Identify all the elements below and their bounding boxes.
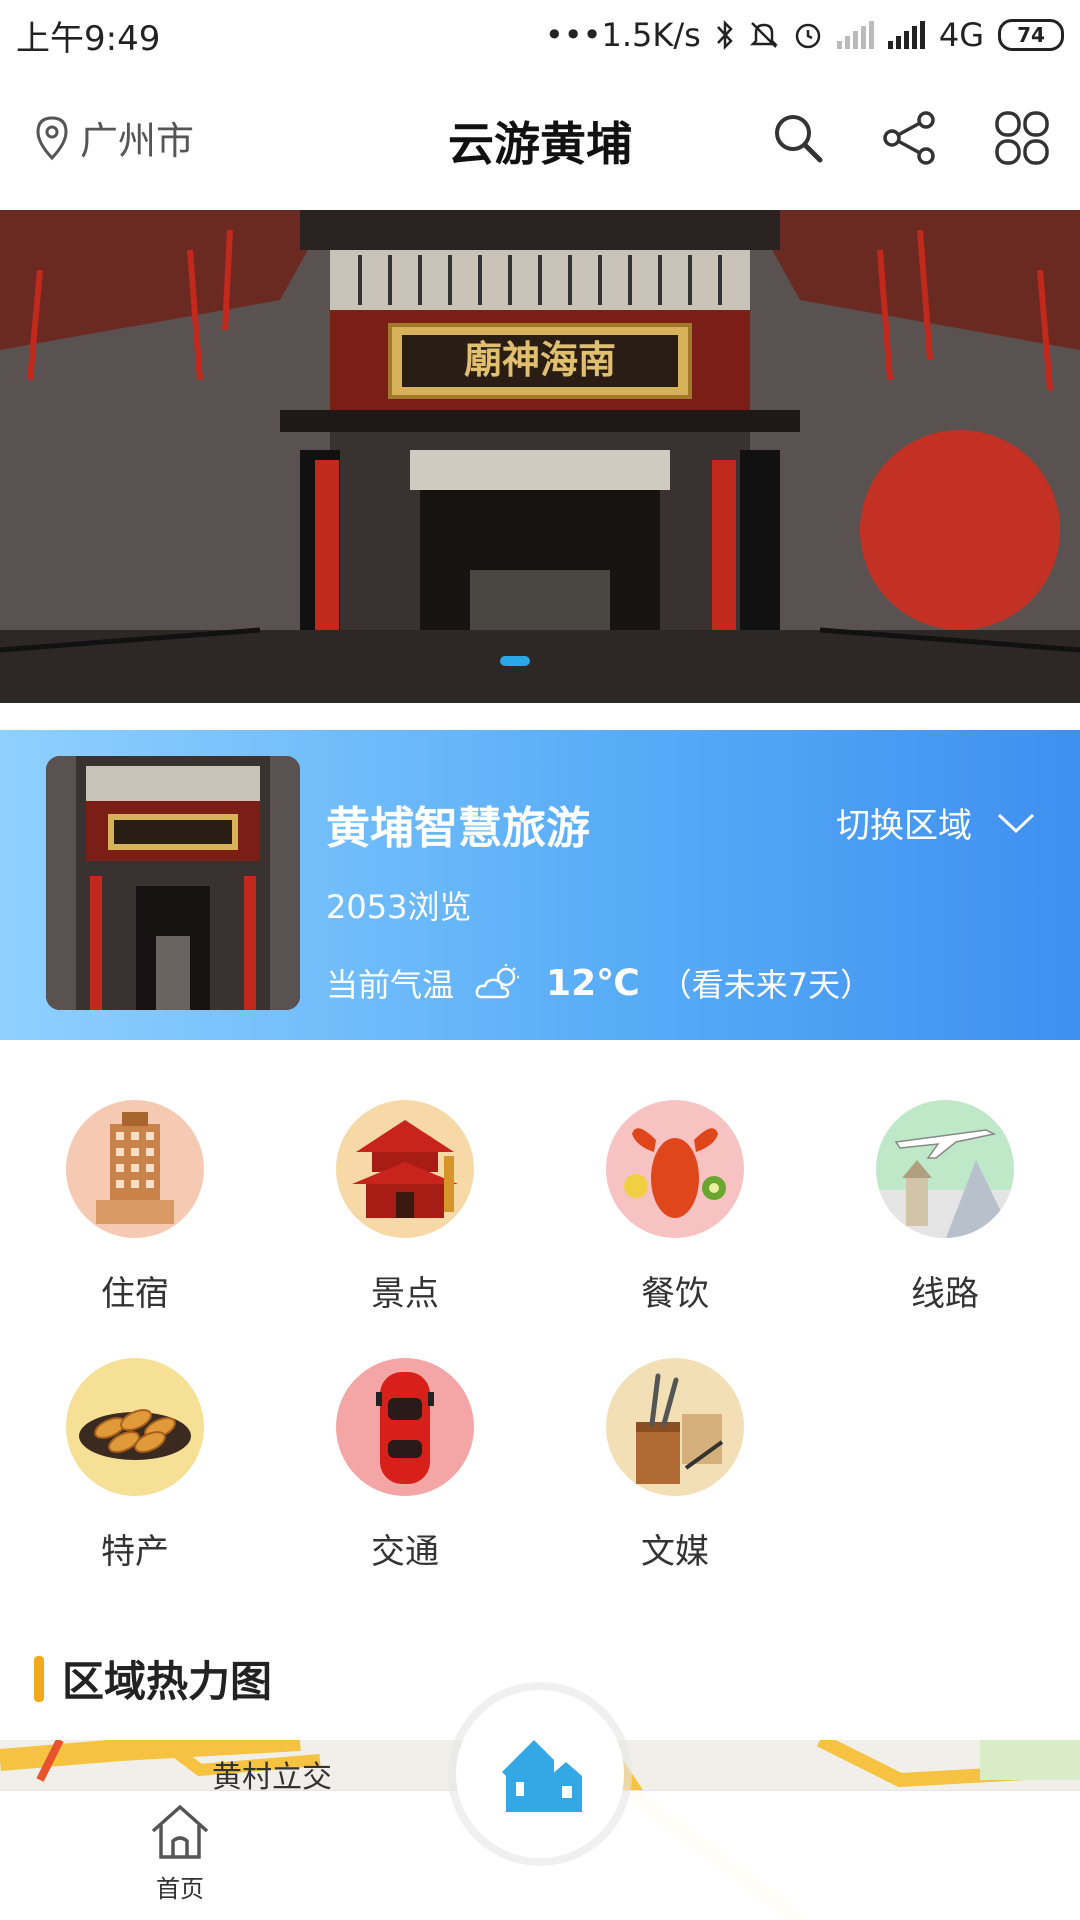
signal-sim1-icon — [887, 21, 925, 49]
nav-home-label: 首页 — [156, 1875, 204, 1903]
category-specialties[interactable]: 特产 — [0, 1358, 270, 1573]
category-attractions[interactable]: 景点 — [270, 1100, 540, 1315]
airplane-route-icon — [876, 1100, 1014, 1238]
search-button[interactable] — [766, 106, 830, 170]
alarm-icon — [795, 23, 821, 49]
switch-region-button[interactable]: 切换区域 — [836, 798, 1036, 847]
battery-icon: 74 — [998, 19, 1064, 51]
chevron-down-icon — [997, 813, 1035, 833]
lobster-food-icon — [606, 1100, 744, 1238]
red-car-icon — [336, 1358, 474, 1496]
nav-home[interactable]: 首页 — [130, 1801, 230, 1904]
temple-sign-text: 廟神海南 — [464, 337, 616, 382]
temperature-value: 12℃ — [546, 962, 640, 1004]
destination-name: 黄埔智慧旅游 — [326, 803, 590, 854]
section-accent-bar — [34, 1655, 44, 1702]
search-icon — [775, 115, 823, 163]
category-accommodation[interactable]: 住宿 — [0, 1100, 270, 1315]
menu-grid-button[interactable] — [990, 106, 1054, 170]
temple-thumbnail-image — [46, 756, 300, 1010]
temple-gate-photo: 廟神海南 — [0, 210, 1080, 703]
bluetooth-icon — [716, 19, 733, 51]
signal-sim2-icon — [836, 21, 874, 49]
category-media[interactable]: 文媒 — [540, 1358, 810, 1573]
mute-bell-icon — [749, 22, 778, 48]
carousel-indicator — [500, 656, 530, 666]
status-icons: •••1.5K/s 4G 74 — [545, 16, 1064, 54]
category-transport[interactable]: 交通 — [270, 1358, 540, 1573]
location-label: 广州市 — [80, 119, 195, 163]
category-dining[interactable]: 餐饮 — [540, 1100, 810, 1315]
brush-media-icon — [606, 1358, 744, 1496]
forecast-link[interactable]: （看未来7天） — [660, 960, 872, 1006]
heatmap-section-title: 区域热力图 — [34, 1648, 272, 1709]
weather-row[interactable]: 当前气温 12℃ （看未来7天） — [326, 960, 872, 1006]
category-label: 文媒 — [641, 1532, 709, 1572]
center-home-fab[interactable] — [456, 1690, 624, 1858]
switch-region-label: 切换区域 — [836, 806, 972, 846]
category-routes[interactable]: 线路 — [810, 1100, 1080, 1315]
status-bar: 上午9:49 •••1.5K/s 4G 74 — [0, 0, 1080, 70]
heatmap-title: 区域热力图 — [62, 1657, 273, 1706]
category-label: 住宿 — [101, 1274, 169, 1314]
home-icon — [151, 1805, 209, 1859]
hotel-building-icon — [66, 1100, 204, 1238]
temperature-label: 当前气温 — [326, 966, 455, 1004]
blue-house-icon — [502, 1740, 582, 1812]
category-label: 景点 — [371, 1274, 439, 1314]
destination-thumbnail[interactable] — [46, 756, 300, 1010]
pagoda-temple-icon — [336, 1100, 474, 1238]
status-time: 上午9:49 — [16, 18, 161, 59]
network-speed: •••1.5K/s — [544, 16, 701, 54]
category-label: 线路 — [911, 1274, 979, 1314]
banner-carousel[interactable]: 廟神海南 — [0, 210, 1080, 703]
category-label: 餐饮 — [641, 1274, 709, 1314]
grid-apps-icon — [995, 111, 1049, 165]
destination-card: 黄埔智慧旅游 切换区域 2053浏览 当前气温 12℃ （看未来7天） — [0, 730, 1080, 1040]
partly-cloudy-icon — [475, 964, 520, 999]
snack-specialty-icon — [66, 1358, 204, 1496]
category-label: 特产 — [101, 1532, 169, 1572]
location-selector[interactable]: 广州市 — [34, 110, 194, 165]
location-pin-icon — [36, 115, 68, 160]
network-type: 4G — [938, 16, 984, 54]
share-icon — [883, 111, 935, 165]
app-header: 广州市 云游黄埔 — [0, 70, 1080, 210]
view-count: 2053浏览 — [326, 888, 472, 926]
category-label: 交通 — [371, 1532, 439, 1572]
share-button[interactable] — [878, 106, 942, 170]
